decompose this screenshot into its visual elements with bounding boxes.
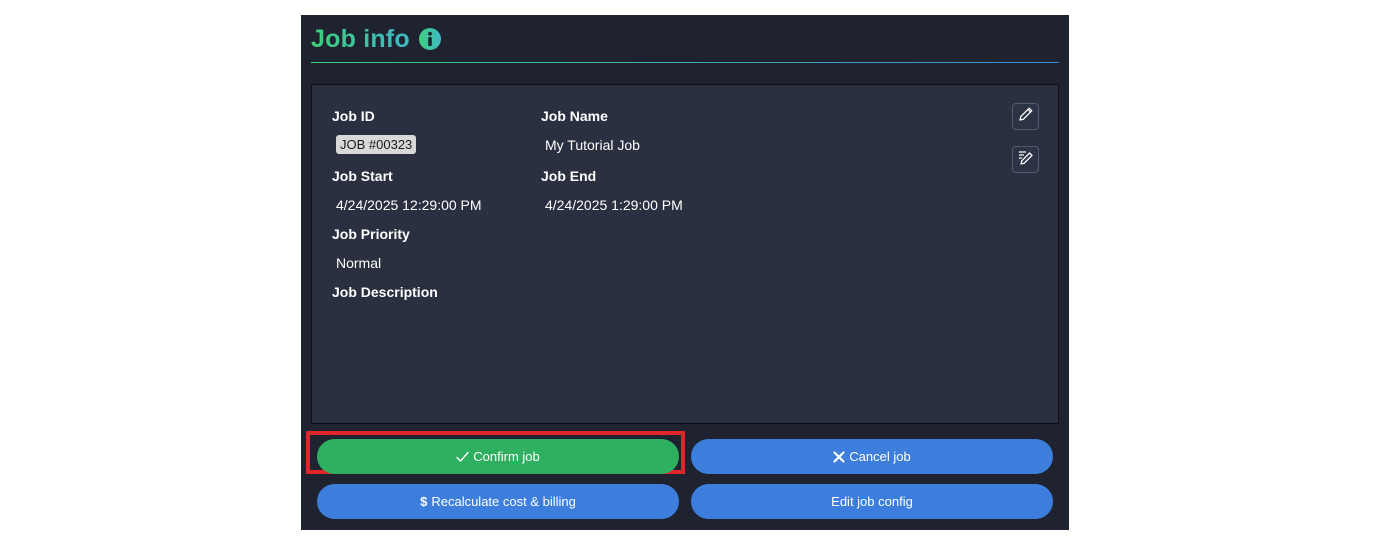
- panel-header: Job info: [311, 23, 442, 55]
- confirm-job-button[interactable]: Confirm job: [317, 439, 679, 474]
- dollar-icon: $: [420, 494, 428, 509]
- job-id-label: Job ID: [332, 108, 375, 124]
- job-end-label: Job End: [541, 168, 597, 184]
- header-divider: [311, 62, 1059, 63]
- job-info-panel: Job info Job ID JOB #00323 Job Name My T…: [301, 15, 1069, 530]
- job-details-card: Job ID JOB #00323 Job Name My Tutorial J…: [311, 84, 1059, 424]
- job-start-label: Job Start: [332, 168, 393, 184]
- pencil-lines-icon: [1017, 148, 1035, 171]
- page-title: Job info: [311, 24, 410, 53]
- close-icon: [833, 450, 845, 463]
- job-start-value: 4/24/2025 12:29:00 PM: [336, 197, 482, 213]
- job-description-label: Job Description: [332, 284, 438, 300]
- edit-job-config-button[interactable]: Edit job config: [691, 484, 1053, 519]
- job-name-label: Job Name: [541, 108, 608, 124]
- recalculate-cost-button[interactable]: $ Recalculate cost & billing: [317, 484, 679, 519]
- cancel-job-button[interactable]: Cancel job: [691, 439, 1053, 474]
- pencil-icon: [1017, 105, 1035, 128]
- job-priority-label: Job Priority: [332, 226, 410, 242]
- job-id-badge: JOB #00323: [336, 135, 417, 154]
- checkmark-icon: [456, 451, 469, 463]
- info-circle-icon[interactable]: [418, 27, 442, 51]
- job-end-value: 4/24/2025 1:29:00 PM: [545, 197, 683, 213]
- edit-job-config-label: Edit job config: [831, 494, 913, 509]
- edit-job-button[interactable]: [1012, 103, 1039, 130]
- confirm-job-label: Confirm job: [473, 449, 540, 464]
- edit-notes-button[interactable]: [1012, 146, 1039, 173]
- cancel-job-label: Cancel job: [849, 449, 911, 464]
- recalculate-cost-label: Recalculate cost & billing: [431, 494, 576, 509]
- job-name-value: My Tutorial Job: [545, 137, 640, 153]
- job-priority-value: Normal: [336, 255, 382, 271]
